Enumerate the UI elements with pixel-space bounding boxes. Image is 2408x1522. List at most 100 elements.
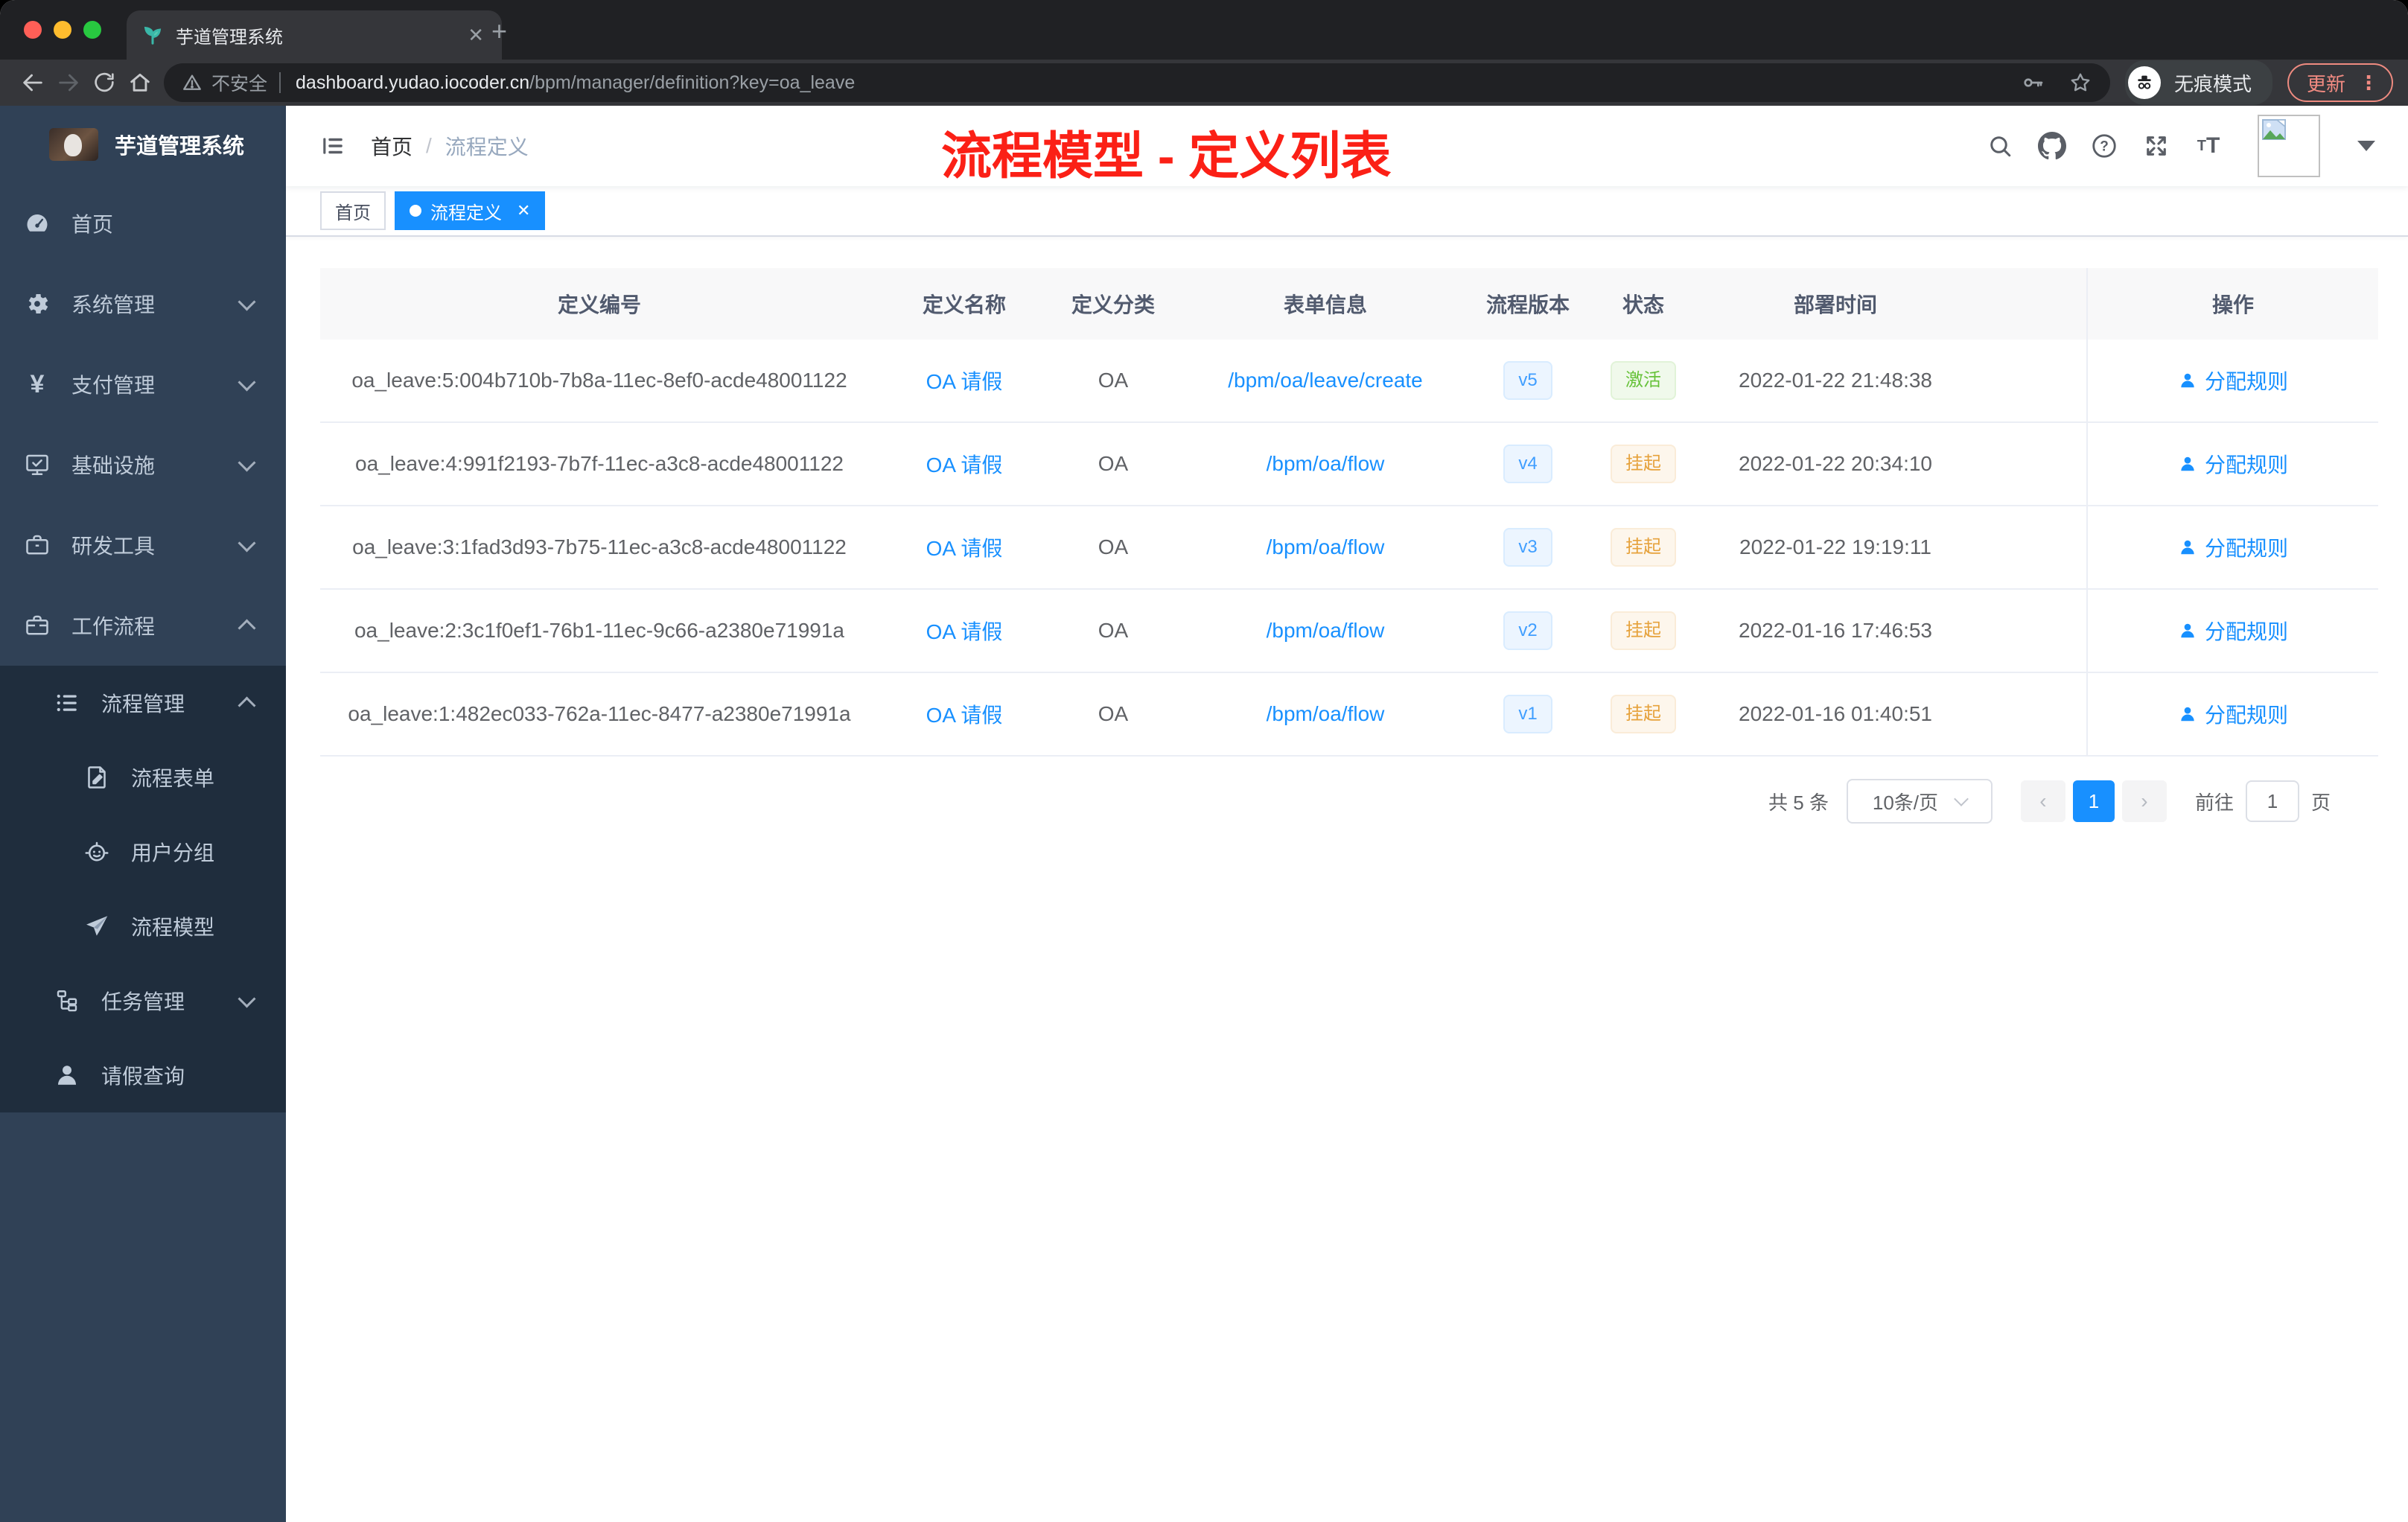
sidebar-item-payment[interactable]: ¥ 支付管理 xyxy=(0,344,286,424)
col-header: 定义编号 xyxy=(557,293,641,316)
sidebar-item-process-form[interactable]: 流程表单 xyxy=(0,740,286,815)
form-link[interactable]: /bpm/oa/flow xyxy=(1267,702,1385,725)
sidebar-item-label: 任务管理 xyxy=(101,990,185,1013)
sidebar-item-workflow[interactable]: 工作流程 xyxy=(0,585,286,666)
form-link[interactable]: /bpm/oa/flow xyxy=(1267,619,1385,642)
security-label: 不安全 xyxy=(211,74,268,95)
tab-close-icon[interactable]: ✕ xyxy=(465,24,487,47)
definition-category: OA xyxy=(1098,702,1129,725)
definition-category: OA xyxy=(1098,619,1129,642)
new-tab-button[interactable]: + xyxy=(491,18,507,45)
tag-home[interactable]: 首页 xyxy=(320,191,386,230)
font-size-icon[interactable]: TT xyxy=(2194,131,2223,161)
browser-tab[interactable]: 芋道管理系统 ✕ xyxy=(127,10,502,60)
form-link[interactable]: /bpm/oa/flow xyxy=(1267,452,1385,475)
breadcrumb-home[interactable]: 首页 xyxy=(371,131,413,161)
sidebar-item-infrastructure[interactable]: 基础设施 xyxy=(0,424,286,505)
incognito-badge: 无痕模式 xyxy=(2124,60,2272,105)
status-badge: 挂起 xyxy=(1611,445,1676,483)
page-size-value: 10条/页 xyxy=(1872,791,1939,814)
version-badge: v2 xyxy=(1503,611,1552,650)
definition-name-link[interactable]: OA 请假 xyxy=(926,620,1003,643)
table-header-row: 定义编号 定义名称 定义分类 表单信息 流程版本 状态 部署时间 操作 xyxy=(320,268,2378,340)
zoom-window-button[interactable] xyxy=(83,21,101,39)
pagination-total: 共 5 条 xyxy=(1768,791,1829,814)
home-icon[interactable] xyxy=(122,65,158,101)
sidebar-item-label: 请假查询 xyxy=(101,1065,185,1088)
assign-rule-button[interactable]: 分配规则 xyxy=(2178,699,2288,729)
definition-name-link[interactable]: OA 请假 xyxy=(926,704,1003,727)
sidebar-item-process-model[interactable]: 流程模型 xyxy=(0,889,286,964)
definition-name-link[interactable]: OA 请假 xyxy=(926,370,1003,393)
update-browser-button[interactable]: 更新 ⋮ xyxy=(2287,63,2393,102)
github-icon[interactable] xyxy=(2037,131,2067,161)
page-size-select[interactable]: 10条/页 xyxy=(1846,779,1993,824)
version-badge: v3 xyxy=(1503,528,1552,567)
fullscreen-icon[interactable] xyxy=(2141,131,2171,161)
sidebar-item-user-groups[interactable]: 用户分组 xyxy=(0,815,286,889)
version-badge: v1 xyxy=(1503,695,1552,733)
browser-menu-kebab-icon[interactable]: ⋮ xyxy=(2359,71,2378,95)
logo-title: 芋道管理系统 xyxy=(115,135,245,159)
sidebar-item-label: 研发工具 xyxy=(71,535,156,558)
tag-close-icon[interactable]: ✕ xyxy=(517,201,530,220)
monitor-check-icon xyxy=(24,451,51,478)
goto-page-input[interactable] xyxy=(2245,780,2299,822)
sidebar-toggle-hamburger-icon[interactable] xyxy=(320,133,345,159)
yen-icon: ¥ xyxy=(30,370,45,398)
sidebar-item-task-management[interactable]: 任务管理 xyxy=(0,964,286,1038)
bookmark-star-icon[interactable] xyxy=(2068,71,2092,95)
assign-rule-button[interactable]: 分配规则 xyxy=(2178,532,2288,562)
breadcrumb-current: 流程定义 xyxy=(445,136,529,159)
password-key-icon[interactable] xyxy=(2021,71,2045,95)
sidebar-item-process-management[interactable]: 流程管理 xyxy=(0,666,286,740)
next-page-button[interactable]: › xyxy=(2121,780,2167,822)
avatar[interactable] xyxy=(2258,115,2320,177)
definition-name-link[interactable]: OA 请假 xyxy=(926,537,1003,560)
chevron-down-icon xyxy=(238,292,256,311)
page-number-1[interactable]: 1 xyxy=(2072,780,2115,822)
sidebar-item-dev-tools[interactable]: 研发工具 xyxy=(0,505,286,585)
address-bar[interactable]: 不安全 dashboard.yudao.iocoder.cn/bpm/manag… xyxy=(164,63,2110,102)
definition-category: OA xyxy=(1098,452,1129,475)
avatar-caret-down-icon[interactable] xyxy=(2357,141,2375,151)
briefcase-icon xyxy=(24,612,51,639)
form-link[interactable]: /bpm/oa/leave/create xyxy=(1228,369,1423,392)
definition-name-link[interactable]: OA 请假 xyxy=(926,453,1003,477)
prev-page-button[interactable]: ‹ xyxy=(2020,780,2065,822)
assign-rule-button[interactable]: 分配规则 xyxy=(2178,616,2288,646)
col-header: 流程版本 xyxy=(1485,293,1570,316)
forward-icon[interactable] xyxy=(51,65,86,101)
tag-label: 首页 xyxy=(335,203,371,223)
col-header: 操作 xyxy=(2211,293,2254,316)
status-badge: 挂起 xyxy=(1611,695,1676,733)
org-tree-icon xyxy=(54,987,80,1014)
page-unit-label: 页 xyxy=(2310,791,2331,814)
back-icon[interactable] xyxy=(15,65,51,101)
definition-id: oa_leave:5:004b710b-7b8a-11ec-8ef0-acde4… xyxy=(351,369,847,392)
assign-rule-button[interactable]: 分配规则 xyxy=(2178,449,2288,479)
annotation-title: 流程模型 - 定义列表 xyxy=(941,128,1392,185)
assign-rule-button[interactable]: 分配规则 xyxy=(2178,366,2288,395)
help-question-icon[interactable]: ? xyxy=(2089,131,2119,161)
breadcrumb-separator: / xyxy=(426,134,432,157)
form-link[interactable]: /bpm/oa/flow xyxy=(1267,535,1385,558)
chevron-up-icon xyxy=(238,618,256,637)
fixed-column-divider xyxy=(2086,268,2088,757)
url-path: /bpm/manager/definition?key=oa_leave xyxy=(529,71,856,93)
chevron-down-icon xyxy=(238,989,256,1008)
sidebar-item-label: 流程模型 xyxy=(131,916,215,939)
reload-icon[interactable] xyxy=(86,65,122,101)
browser-chrome: 芋道管理系统 ✕ + 不安全 dashboard.yudao.iocoder.c… xyxy=(0,0,2408,106)
tab-strip: 芋道管理系统 ✕ + xyxy=(0,0,2408,60)
app-logo: 芋道管理系统 xyxy=(0,106,286,183)
dashboard-icon xyxy=(24,210,51,237)
deploy-time: 2022-01-22 19:19:11 xyxy=(1739,535,1931,558)
close-window-button[interactable] xyxy=(24,21,42,39)
tag-process-definition[interactable]: 流程定义 ✕ xyxy=(395,191,546,230)
sidebar-item-home[interactable]: 首页 xyxy=(0,183,286,264)
minimize-window-button[interactable] xyxy=(54,21,71,39)
sidebar-item-leave-query[interactable]: 请假查询 xyxy=(0,1038,286,1112)
search-icon[interactable] xyxy=(1985,131,2015,161)
sidebar-item-system[interactable]: 系统管理 xyxy=(0,264,286,344)
